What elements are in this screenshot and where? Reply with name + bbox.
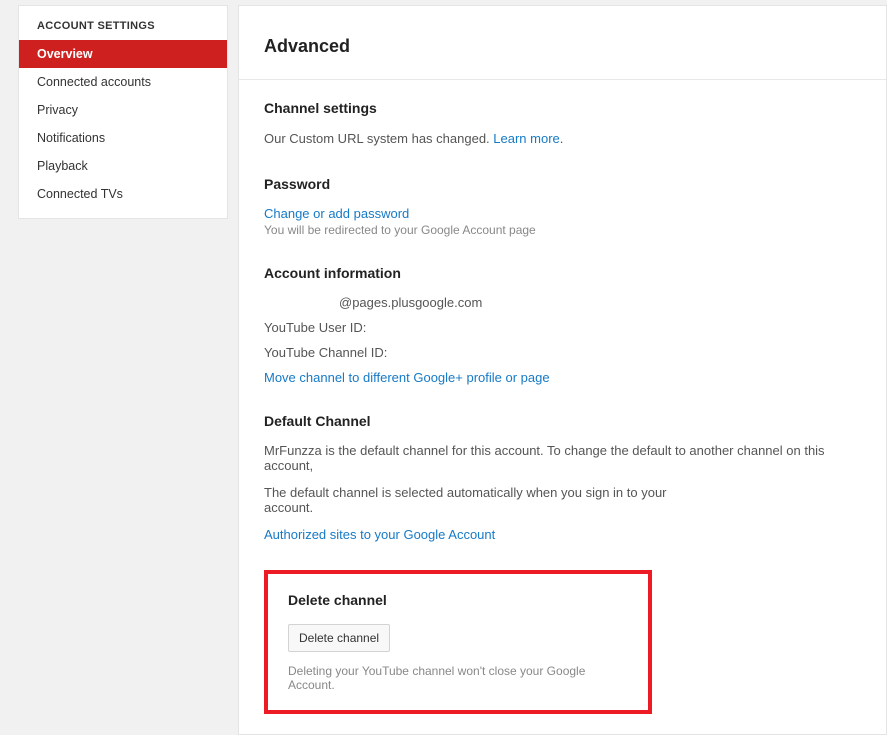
sidebar-item-notifications[interactable]: Notifications bbox=[19, 124, 227, 152]
delete-channel-button[interactable]: Delete channel bbox=[288, 624, 390, 652]
page-title: Advanced bbox=[239, 6, 886, 80]
channel-settings-period: . bbox=[560, 131, 564, 146]
sidebar-item-playback[interactable]: Playback bbox=[19, 152, 227, 180]
default-channel-line1: MrFunzza is the default channel for this… bbox=[264, 443, 861, 473]
heading-password: Password bbox=[264, 176, 861, 192]
sidebar-header: ACCOUNT SETTINGS bbox=[19, 6, 227, 40]
default-channel-line2: The default channel is selected automati… bbox=[264, 485, 861, 515]
delete-channel-note: Deleting your YouTube channel won't clos… bbox=[288, 664, 628, 692]
heading-default-channel: Default Channel bbox=[264, 413, 861, 429]
delete-channel-highlight: Delete channel Delete channel Deleting y… bbox=[264, 570, 652, 714]
section-password: Password Change or add password You will… bbox=[264, 176, 861, 237]
heading-account-info: Account information bbox=[264, 265, 861, 281]
youtube-user-id-label: YouTube User ID: bbox=[264, 320, 861, 335]
move-channel-link[interactable]: Move channel to different Google+ profil… bbox=[264, 370, 550, 385]
section-account-info: Account information @pages.plusgoogle.co… bbox=[264, 265, 861, 385]
youtube-channel-id-label: YouTube Channel ID: bbox=[264, 345, 861, 360]
sidebar-item-privacy[interactable]: Privacy bbox=[19, 96, 227, 124]
sidebar-item-connected-tvs[interactable]: Connected TVs bbox=[19, 180, 227, 208]
sidebar-item-connected-accounts[interactable]: Connected accounts bbox=[19, 68, 227, 96]
account-email: @pages.plusgoogle.com bbox=[264, 295, 861, 310]
learn-more-link[interactable]: Learn more bbox=[493, 131, 559, 146]
section-default-channel: Default Channel MrFunzza is the default … bbox=[264, 413, 861, 542]
sidebar-item-overview[interactable]: Overview bbox=[19, 40, 227, 68]
main-panel: Advanced Channel settings Our Custom URL… bbox=[238, 5, 887, 735]
section-channel-settings: Channel settings Our Custom URL system h… bbox=[264, 100, 861, 148]
app-container: ACCOUNT SETTINGS Overview Connected acco… bbox=[0, 0, 887, 735]
default-line2-pre: The default channel is selected automati… bbox=[264, 485, 667, 500]
heading-channel-settings: Channel settings bbox=[264, 100, 861, 116]
content: Channel settings Our Custom URL system h… bbox=[239, 80, 886, 734]
heading-delete-channel: Delete channel bbox=[288, 592, 628, 608]
default-line2-post: account. bbox=[264, 500, 313, 515]
channel-settings-text-span: Our Custom URL system has changed. bbox=[264, 131, 493, 146]
change-password-link[interactable]: Change or add password bbox=[264, 206, 409, 221]
authorized-sites-link[interactable]: Authorized sites to your Google Account bbox=[264, 527, 495, 542]
channel-settings-text: Our Custom URL system has changed. Learn… bbox=[264, 130, 861, 148]
password-note: You will be redirected to your Google Ac… bbox=[264, 223, 861, 237]
sidebar: ACCOUNT SETTINGS Overview Connected acco… bbox=[18, 5, 228, 219]
